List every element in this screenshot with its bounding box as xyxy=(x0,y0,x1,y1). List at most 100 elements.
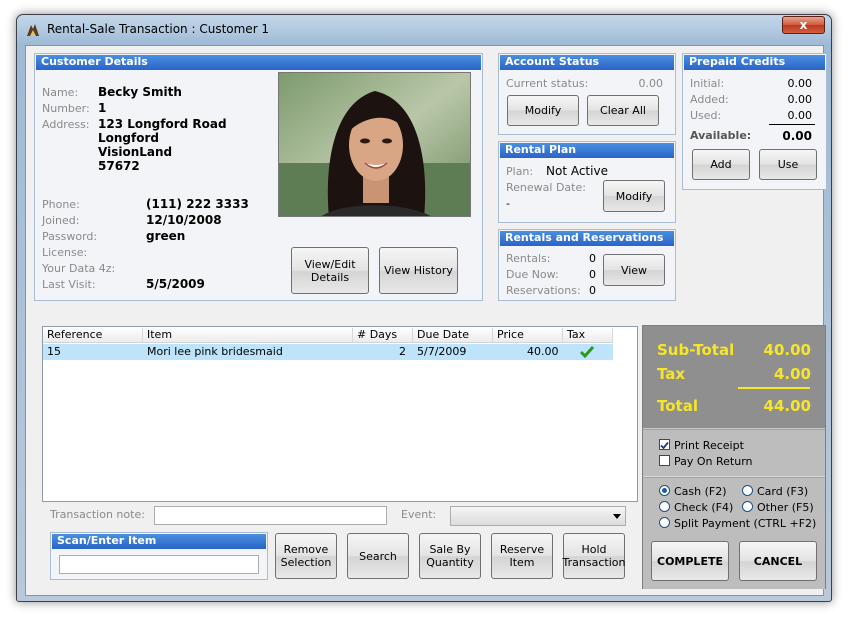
number-label: Number: xyxy=(42,102,90,115)
license-label: License: xyxy=(42,246,88,259)
tax-check-icon xyxy=(580,346,594,358)
sale-by-quantity-button[interactable]: Sale By Quantity xyxy=(419,533,481,579)
table-row[interactable]: 15 Mori lee pink bridesmaid 2 5/7/2009 4… xyxy=(43,344,613,360)
print-receipt-checkbox[interactable] xyxy=(659,439,670,450)
cash-label[interactable]: Cash (F2) xyxy=(674,485,727,498)
event-label: Event: xyxy=(401,508,437,521)
prepaid-credits-panel: Prepaid Credits Initial: 0.00 Added: 0.0… xyxy=(682,53,827,190)
address-line-4: 57672 xyxy=(98,159,140,173)
totals-panel: Sub-Total 40.00 Tax 4.00 Total 44.00 Pri… xyxy=(642,325,826,589)
sale-label-1: Sale By xyxy=(429,543,471,556)
prepaid-add-label: Add xyxy=(710,158,732,171)
scan-item-input[interactable] xyxy=(59,555,259,574)
account-status-panel: Account Status Current status: 0.00 Modi… xyxy=(498,53,676,135)
subtotal-value: 40.00 xyxy=(763,341,811,359)
event-dropdown[interactable] xyxy=(450,506,626,526)
other-label[interactable]: Other (F5) xyxy=(757,501,814,514)
plan-modify-label: Modify xyxy=(615,189,653,203)
total-label: Total xyxy=(657,397,698,415)
renewal-label: Renewal Date: xyxy=(506,181,586,194)
transaction-window: Rental-Sale Transaction : Customer 1 x C… xyxy=(16,14,832,602)
client-area: Customer Details Name: Becky Smith Numbe… xyxy=(25,45,827,596)
row-due-date: 5/7/2009 xyxy=(417,345,467,358)
plan-modify-button[interactable]: Modify xyxy=(603,180,665,212)
available-value: 0.00 xyxy=(782,129,812,143)
reserve-label-1: Reserve xyxy=(499,543,545,556)
table-header: Reference Item # Days Due Date Price Tax xyxy=(43,327,613,343)
customer-name: Becky Smith xyxy=(98,85,182,99)
prepaid-use-button[interactable]: Use xyxy=(759,149,817,180)
view-history-label: View History xyxy=(384,264,453,277)
card-label[interactable]: Card (F3) xyxy=(757,485,808,498)
title-bar[interactable]: Rental-Sale Transaction : Customer 1 x xyxy=(17,15,831,45)
print-receipt-label[interactable]: Print Receipt xyxy=(674,439,744,452)
hold-label-2: Transaction xyxy=(562,556,626,569)
split-payment-radio[interactable] xyxy=(659,517,670,528)
password-value: green xyxy=(146,229,186,243)
close-icon: x xyxy=(799,18,808,32)
address-line-1: 123 Longford Road xyxy=(98,117,227,131)
pay-on-return-checkbox[interactable] xyxy=(659,455,670,466)
transaction-note-label: Transaction note: xyxy=(50,508,145,521)
rental-plan-panel: Rental Plan Plan: Not Active Renewal Dat… xyxy=(498,141,676,223)
remove-label-2: Selection xyxy=(280,556,332,569)
transaction-note-input[interactable] xyxy=(154,506,387,525)
available-label: Available: xyxy=(690,129,752,142)
tax-label: Tax xyxy=(657,365,686,383)
complete-button[interactable]: COMPLETE xyxy=(651,541,729,581)
clear-all-label: Clear All xyxy=(600,104,646,117)
clear-all-button[interactable]: Clear All xyxy=(587,95,659,126)
column-item[interactable]: Item xyxy=(143,328,353,342)
reserve-item-button[interactable]: Reserve Item xyxy=(491,533,553,579)
added-label: Added: xyxy=(690,93,729,106)
prepaid-use-label: Use xyxy=(777,158,799,171)
due-now-value: 0 xyxy=(589,268,596,281)
total-value: 44.00 xyxy=(763,397,811,415)
rentals-view-button[interactable]: View xyxy=(603,254,665,286)
card-radio[interactable] xyxy=(742,485,753,496)
used-value: 0.00 xyxy=(787,109,813,122)
other-radio[interactable] xyxy=(742,501,753,512)
scan-item-header: Scan/Enter Item xyxy=(52,534,266,549)
chevron-down-icon xyxy=(613,514,621,519)
your-data-label: Your Data 4z: xyxy=(42,262,116,275)
account-modify-label: Modify xyxy=(524,104,562,117)
customer-number: 1 xyxy=(98,101,107,115)
hold-transaction-button[interactable]: Hold Transaction xyxy=(563,533,625,579)
name-label: Name: xyxy=(42,86,79,99)
prepaid-add-button[interactable]: Add xyxy=(692,149,750,180)
password-label: Password: xyxy=(42,230,98,243)
close-button[interactable]: x xyxy=(782,16,825,34)
cancel-button[interactable]: CANCEL xyxy=(739,541,817,581)
totals-divider xyxy=(738,387,810,389)
view-edit-details-button[interactable]: View/Edit Details xyxy=(291,247,369,294)
split-payment-label[interactable]: Split Payment (CTRL +F2) xyxy=(674,517,816,530)
row-reference: 15 xyxy=(47,345,61,358)
checkmark-icon xyxy=(660,441,669,450)
column-price[interactable]: Price xyxy=(493,328,563,342)
customer-photo xyxy=(278,72,471,217)
cash-radio[interactable] xyxy=(659,485,670,496)
check-radio[interactable] xyxy=(659,501,670,512)
reservations-value: 0 xyxy=(589,284,596,297)
column-due-date[interactable]: Due Date xyxy=(413,328,493,342)
pay-on-return-label[interactable]: Pay On Return xyxy=(674,455,753,468)
current-status-label: Current status: xyxy=(506,77,589,90)
sale-label-2: Quantity xyxy=(426,556,474,569)
column-reference[interactable]: Reference xyxy=(43,328,143,342)
remove-selection-button[interactable]: Remove Selection xyxy=(275,533,337,579)
column-days[interactable]: # Days xyxy=(353,328,413,342)
search-button[interactable]: Search xyxy=(347,533,409,579)
initial-label: Initial: xyxy=(690,77,725,90)
address-line-2: Longford xyxy=(98,131,159,145)
radio-selected-dot xyxy=(662,488,667,493)
phone-label: Phone: xyxy=(42,198,80,211)
items-table[interactable]: Reference Item # Days Due Date Price Tax… xyxy=(42,326,638,502)
column-tax[interactable]: Tax xyxy=(563,328,613,342)
rentals-value: 0 xyxy=(589,252,596,265)
rentals-view-label: View xyxy=(620,263,648,277)
check-label[interactable]: Check (F4) xyxy=(674,501,733,514)
view-history-button[interactable]: View History xyxy=(379,247,458,294)
account-modify-button[interactable]: Modify xyxy=(507,95,579,126)
phone-value: (111) 222 3333 xyxy=(146,197,249,211)
